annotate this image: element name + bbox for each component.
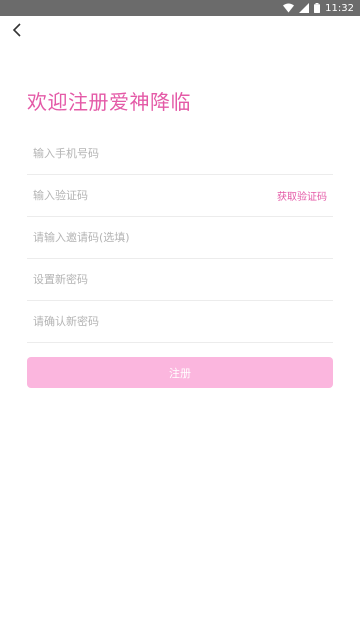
- phone-input[interactable]: [27, 133, 247, 174]
- new-password-input[interactable]: [27, 259, 247, 300]
- invite-code-input[interactable]: [27, 217, 247, 258]
- code-field-row: 获取验证码: [27, 175, 333, 217]
- invite-field-row: [27, 217, 333, 259]
- back-button[interactable]: [6, 20, 28, 42]
- battery-icon: [314, 3, 321, 13]
- signal-icon: [299, 3, 310, 13]
- status-bar: 11:32: [0, 0, 360, 16]
- password-field-row: [27, 259, 333, 301]
- chevron-left-icon: [12, 22, 22, 41]
- status-time: 11:32: [325, 2, 354, 14]
- register-button[interactable]: 注册: [27, 357, 333, 388]
- wifi-icon: [283, 3, 295, 13]
- page-title: 欢迎注册爱神降临: [27, 90, 191, 114]
- get-code-button[interactable]: 获取验证码: [277, 188, 333, 203]
- confirm-password-input[interactable]: [27, 301, 247, 342]
- phone-field-row: [27, 133, 333, 175]
- code-input[interactable]: [27, 175, 247, 216]
- confirm-password-field-row: [27, 301, 333, 343]
